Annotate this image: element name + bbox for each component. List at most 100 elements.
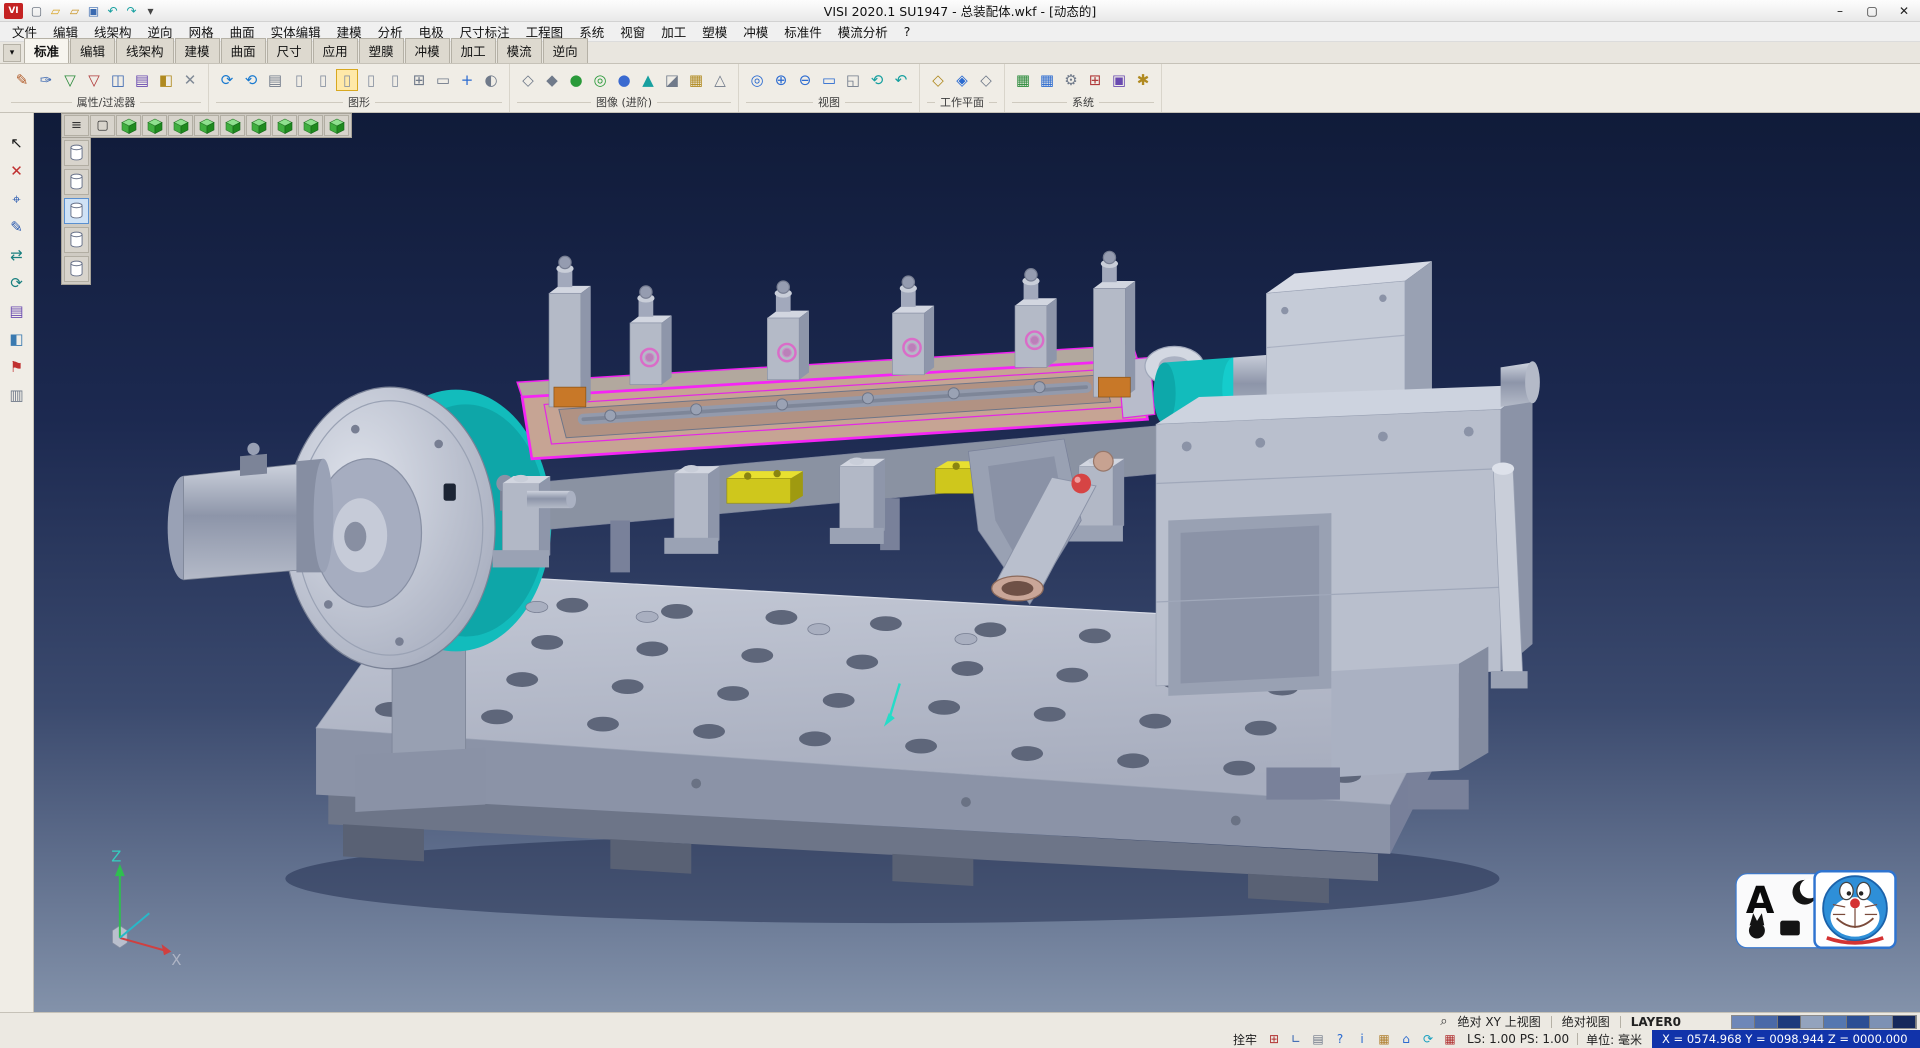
tab-dropdown-button[interactable]: ▾ bbox=[3, 44, 21, 62]
render-shaded-icon[interactable]: ● bbox=[565, 69, 587, 91]
color-swatch-0[interactable] bbox=[1732, 1016, 1755, 1028]
edit-tool-icon[interactable]: ✎ bbox=[5, 215, 29, 238]
filter-solids-icon[interactable]: ◫ bbox=[107, 69, 129, 91]
menu-item-15[interactable]: 塑模 bbox=[694, 22, 735, 41]
menu-item-16[interactable]: 冲模 bbox=[735, 22, 776, 41]
menu-item-18[interactable]: 模流分析 bbox=[830, 22, 896, 41]
filter-layer-icon[interactable]: ▤ bbox=[131, 69, 153, 91]
home-view-icon[interactable]: ⌂ bbox=[1397, 1031, 1415, 1047]
display-cylinder-1-icon[interactable]: ▯ bbox=[288, 69, 310, 91]
render-transparent-icon[interactable]: ● bbox=[613, 69, 635, 91]
quick-access-dropdown-icon[interactable]: ▾ bbox=[141, 2, 160, 20]
menu-item-17[interactable]: 标准件 bbox=[776, 22, 830, 41]
color-swatch-7[interactable] bbox=[1893, 1016, 1916, 1028]
workplane-create-icon[interactable]: ◇ bbox=[927, 69, 949, 91]
view-bottom-icon[interactable] bbox=[246, 115, 271, 136]
regen-icon[interactable]: ⟲ bbox=[240, 69, 262, 91]
palette-icon[interactable]: ▦ bbox=[1375, 1031, 1393, 1047]
menu-item-13[interactable]: 视窗 bbox=[612, 22, 653, 41]
color-swatch-1[interactable] bbox=[1755, 1016, 1778, 1028]
view-iso-ne-icon[interactable] bbox=[272, 115, 297, 136]
display-cylinder-5-icon[interactable]: ▯ bbox=[384, 69, 406, 91]
view-style-wire-button[interactable] bbox=[64, 140, 89, 166]
view-top-icon[interactable] bbox=[116, 115, 141, 136]
workplane-toggle-icon[interactable]: ◇ bbox=[975, 69, 997, 91]
info-icon[interactable]: i bbox=[1353, 1031, 1371, 1047]
filter-clear-icon[interactable]: ✕ bbox=[179, 69, 201, 91]
system-grid-icon[interactable]: ▦ bbox=[1012, 69, 1034, 91]
menu-item-14[interactable]: 加工 bbox=[653, 22, 694, 41]
grid-display-icon[interactable]: ⊞ bbox=[408, 69, 430, 91]
select-tool-icon[interactable]: ↖ bbox=[5, 131, 29, 154]
system-settings-icon[interactable]: ⚙ bbox=[1060, 69, 1082, 91]
tab-6[interactable]: 应用 bbox=[313, 38, 358, 63]
view-back-icon[interactable] bbox=[220, 115, 245, 136]
view-style-hidden-button[interactable] bbox=[64, 169, 89, 195]
help-icon[interactable]: ? bbox=[1331, 1031, 1349, 1047]
render-wireframe-icon[interactable]: ◇ bbox=[517, 69, 539, 91]
perspective-icon[interactable]: △ bbox=[709, 69, 731, 91]
measure-tool-icon[interactable]: ⌖ bbox=[5, 187, 29, 210]
attribute-brush-icon[interactable]: ✑ bbox=[35, 69, 57, 91]
minimize-button[interactable]: – bbox=[1824, 0, 1856, 21]
delete-tool-icon[interactable]: ✕ bbox=[5, 159, 29, 182]
color-swatch-5[interactable] bbox=[1847, 1016, 1870, 1028]
tab-11[interactable]: 逆向 bbox=[543, 38, 588, 63]
close-button[interactable]: ✕ bbox=[1888, 0, 1920, 21]
filter-color-icon[interactable]: ◧ bbox=[155, 69, 177, 91]
attribute-edit-icon[interactable]: ✎ bbox=[11, 69, 33, 91]
rotate-view-icon[interactable]: ⟲ bbox=[866, 69, 888, 91]
tab-0[interactable]: 标准 bbox=[24, 38, 69, 63]
display-cylinder-2-icon[interactable]: ▯ bbox=[312, 69, 334, 91]
view-left-icon[interactable] bbox=[194, 115, 219, 136]
tab-2[interactable]: 线架构 bbox=[116, 38, 174, 63]
view-iso-se-icon[interactable] bbox=[324, 115, 349, 136]
refresh-view-icon[interactable]: ⟳ bbox=[1419, 1031, 1437, 1047]
move-tool-icon[interactable]: ⇄ bbox=[5, 243, 29, 266]
snap-grid-icon[interactable]: ⊞ bbox=[1265, 1031, 1283, 1047]
system-calc-icon[interactable]: ⊞ bbox=[1084, 69, 1106, 91]
color-swatch-4[interactable] bbox=[1824, 1016, 1847, 1028]
maximize-button[interactable]: ▢ bbox=[1856, 0, 1888, 21]
absolute-view-label[interactable]: 绝对视图 bbox=[1562, 1013, 1610, 1030]
texture-icon[interactable]: ▦ bbox=[685, 69, 707, 91]
tab-4[interactable]: 曲面 bbox=[221, 38, 266, 63]
filter-faces-icon[interactable]: ▽ bbox=[83, 69, 105, 91]
tab-3[interactable]: 建模 bbox=[175, 38, 220, 63]
tab-8[interactable]: 冲模 bbox=[405, 38, 450, 63]
display-cylinder-3-icon[interactable]: ▯ bbox=[336, 69, 358, 91]
menu-item-19[interactable]: ? bbox=[896, 24, 919, 39]
new-file-icon[interactable]: ▢ bbox=[27, 2, 46, 20]
view-style-ghost-button[interactable] bbox=[64, 227, 89, 253]
render-hidden-icon[interactable]: ◆ bbox=[541, 69, 563, 91]
viewport-3d-scene[interactable]: Z X A bbox=[34, 113, 1920, 1012]
scene-tree-icon[interactable]: ≡ bbox=[64, 115, 89, 136]
active-layer-label[interactable]: LAYER0 bbox=[1631, 1015, 1681, 1029]
dynamic-section-icon[interactable]: ◪ bbox=[661, 69, 683, 91]
filter-elements-icon[interactable]: ▽ bbox=[59, 69, 81, 91]
system-table-icon[interactable]: ▦ bbox=[1036, 69, 1058, 91]
previous-view-icon[interactable]: ↶ bbox=[890, 69, 912, 91]
lights-display-icon[interactable]: ◐ bbox=[480, 69, 502, 91]
display-cylinder-4-icon[interactable]: ▯ bbox=[360, 69, 382, 91]
blank-view-icon[interactable]: ▢ bbox=[90, 115, 115, 136]
render-shaded-edges-icon[interactable]: ◎ bbox=[589, 69, 611, 91]
redraw-icon[interactable]: ⟳ bbox=[216, 69, 238, 91]
layer-manager-icon[interactable]: ▤ bbox=[264, 69, 286, 91]
undo-icon[interactable]: ↶ bbox=[103, 2, 122, 20]
axes-display-icon[interactable]: + bbox=[456, 69, 478, 91]
grid-toggle-icon[interactable]: ▦ bbox=[1441, 1031, 1459, 1047]
bounds-display-icon[interactable]: ▭ bbox=[432, 69, 454, 91]
system-macro-icon[interactable]: ▣ bbox=[1108, 69, 1130, 91]
zoom-window-icon[interactable]: ▭ bbox=[818, 69, 840, 91]
save-icon[interactable]: ▣ bbox=[84, 2, 103, 20]
zoom-out-icon[interactable]: ⊖ bbox=[794, 69, 816, 91]
zoom-fit-icon[interactable]: ◎ bbox=[746, 69, 768, 91]
analysis-cone-icon[interactable]: ▲ bbox=[637, 69, 659, 91]
workplane-align-icon[interactable]: ◈ bbox=[951, 69, 973, 91]
view-iso-nw-icon[interactable] bbox=[298, 115, 323, 136]
view-front-icon[interactable] bbox=[142, 115, 167, 136]
import-file-icon[interactable]: ▱ bbox=[65, 2, 84, 20]
color-swatch-2[interactable] bbox=[1778, 1016, 1801, 1028]
tab-1[interactable]: 编辑 bbox=[70, 38, 115, 63]
